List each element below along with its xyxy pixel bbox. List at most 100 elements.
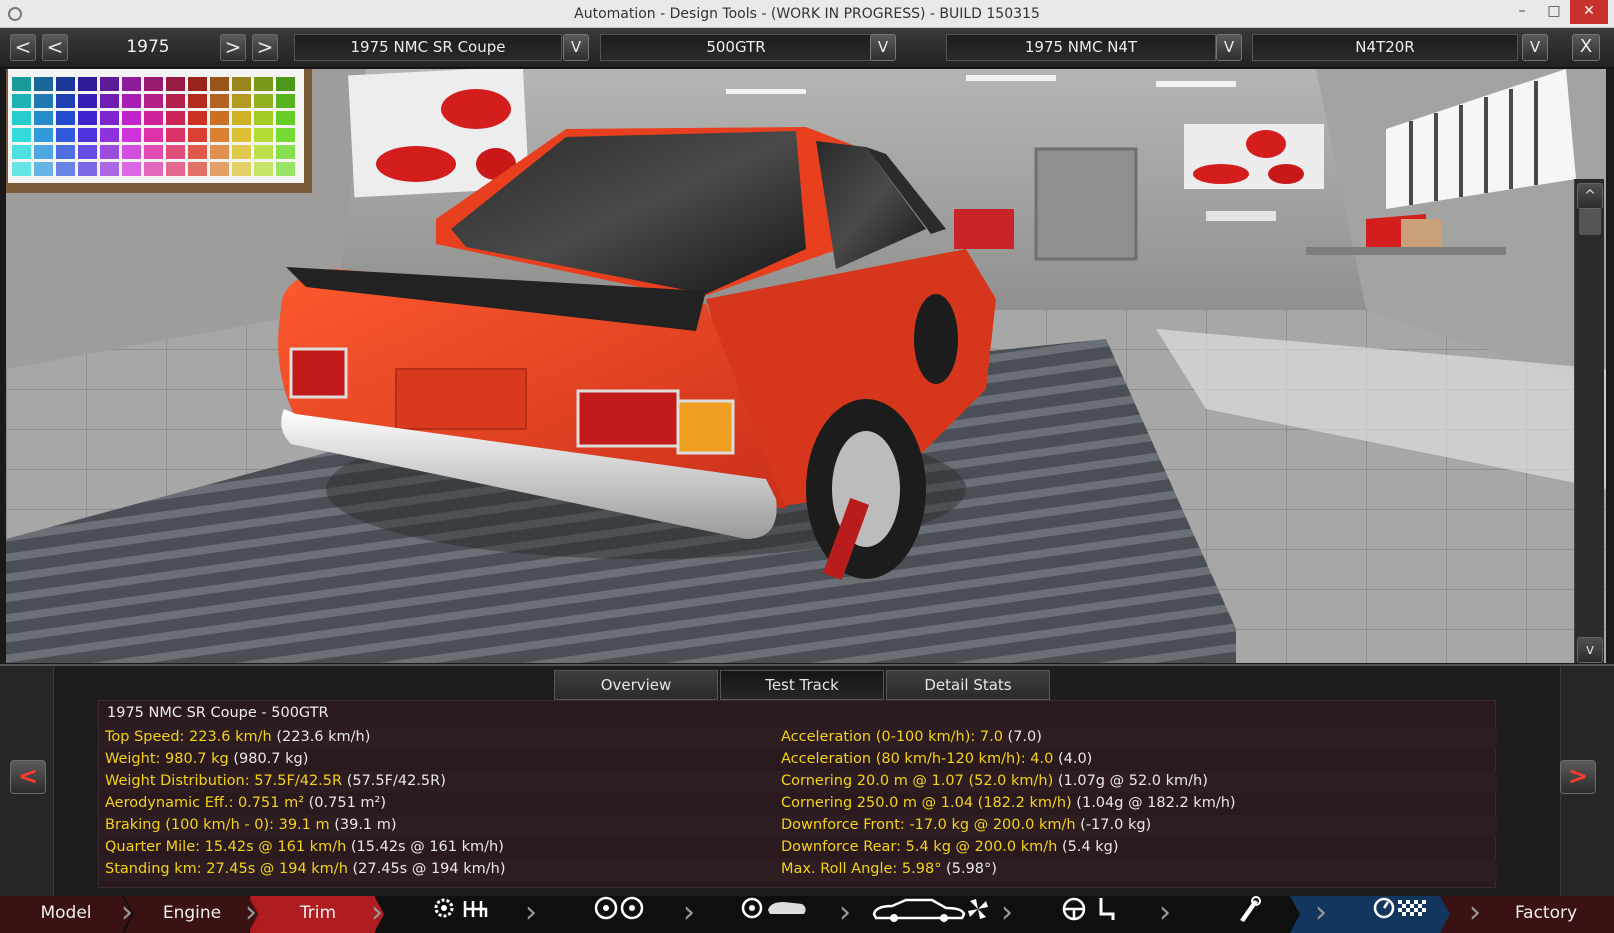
stat-left: Weight Distribution: 57.5F/42.5R (57.5F/…	[105, 773, 446, 789]
wrench-icon	[1232, 896, 1262, 933]
stat-value: (27.45s @ 194 km/h)	[347, 861, 506, 877]
stat-value: (1.04g @ 182.2 km/h)	[1071, 795, 1236, 811]
speedometer-icon	[1372, 896, 1432, 932]
stat-right: Max. Roll Angle: 5.98° (5.98°)	[781, 861, 997, 877]
stat-row: Weight Distribution: 57.5F/42.5R (57.5F/…	[99, 771, 1497, 793]
stat-value: (15.42s @ 161 km/h)	[346, 839, 504, 855]
panel-next-button[interactable]: >	[1560, 760, 1596, 794]
nav-wheels[interactable]	[580, 896, 660, 933]
nav-chassis[interactable]	[730, 896, 820, 933]
stat-value: (-17.0 kg)	[1075, 817, 1152, 833]
design-stage-nav: Model › Engine › Trim › › › › › › › › Fa…	[0, 896, 1614, 933]
stat-value: (57.5F/42.5R)	[342, 773, 446, 789]
minimize-button[interactable]: –	[1506, 0, 1538, 24]
stat-label: Downforce Rear: 5.4 kg @ 200.0 km/h	[781, 839, 1058, 855]
nav-fixtures[interactable]	[1212, 896, 1282, 933]
stats-title: 1975 NMC SR Coupe - 500GTR	[107, 705, 329, 721]
nav-gearbox[interactable]	[420, 896, 500, 933]
scroll-thumb[interactable]	[1579, 209, 1601, 235]
nav-model[interactable]: Model	[0, 896, 132, 933]
stat-label: Top Speed: 223.6 km/h	[105, 729, 272, 745]
model-dropdown-button[interactable]: V	[563, 34, 589, 61]
nav-chevron: ›	[1001, 895, 1013, 930]
car-3d-viewport[interactable]: ^ v	[6, 69, 1606, 663]
stat-value: (980.7 kg)	[228, 751, 309, 767]
nav-factory[interactable]: Factory	[1484, 896, 1608, 933]
nav-chevron: ›	[1159, 895, 1171, 930]
stat-value: (39.1 m)	[329, 817, 397, 833]
stat-label: Acceleration (80 km/h-120 km/h): 4.0	[781, 751, 1054, 767]
nav-chevron: ›	[1315, 895, 1327, 930]
model-select[interactable]: 1975 NMC SR Coupe	[294, 34, 562, 61]
stat-right: Cornering 20.0 m @ 1.07 (52.0 km/h) (1.0…	[781, 773, 1208, 789]
year-display: 1975	[126, 37, 170, 57]
nav-test-track[interactable]	[1362, 896, 1442, 933]
stat-label: Quarter Mile: 15.42s @ 161 km/h	[105, 839, 347, 855]
year-next-button[interactable]: >	[220, 34, 246, 61]
stat-label: Cornering 20.0 m @ 1.07 (52.0 km/h)	[781, 773, 1054, 789]
nav-trim[interactable]: Trim	[256, 896, 380, 933]
stat-value: (7.0)	[1002, 729, 1042, 745]
stat-right: Acceleration (80 km/h-120 km/h): 4.0 (4.…	[781, 751, 1092, 767]
engine-family-select[interactable]: 1975 NMC N4T	[946, 34, 1216, 61]
nav-chevron: ›	[371, 895, 383, 930]
panel-prev-button[interactable]: <	[10, 760, 46, 794]
scroll-up-button[interactable]: ^	[1577, 183, 1603, 209]
stat-label: Acceleration (0-100 km/h): 7.0	[781, 729, 1003, 745]
stat-row: Braking (100 km/h - 0): 39.1 m (39.1 m) D…	[99, 815, 1497, 837]
garage-scene	[6, 69, 1606, 663]
stat-value: (4.0)	[1053, 751, 1093, 767]
scroll-down-button[interactable]: v	[1577, 637, 1603, 663]
engine-variant-dropdown-button[interactable]: V	[1522, 34, 1548, 61]
stat-right: Downforce Front: -17.0 kg @ 200.0 km/h (…	[781, 817, 1151, 833]
tab-overview[interactable]: Overview	[554, 670, 718, 700]
stat-label: Standing km: 27.45s @ 194 km/h	[105, 861, 348, 877]
tab-test-track[interactable]: Test Track	[720, 670, 884, 700]
stat-value: (5.98°)	[941, 861, 997, 877]
stat-label: Max. Roll Angle: 5.98°	[781, 861, 942, 877]
nav-engine[interactable]: Engine	[130, 896, 254, 933]
stat-right: Acceleration (0-100 km/h): 7.0 (7.0)	[781, 729, 1042, 745]
stat-value: (1.07g @ 52.0 km/h)	[1053, 773, 1208, 789]
nav-chevron: ›	[1469, 895, 1481, 930]
gearshift-icon	[462, 897, 488, 931]
view-scrollbar[interactable]: ^ v	[1574, 179, 1604, 663]
stat-row: Aerodynamic Eff.: 0.751 m² (0.751 m²) Cor…	[99, 793, 1497, 815]
engine-family-dropdown-button[interactable]: V	[1216, 34, 1242, 61]
stat-label: Weight Distribution: 57.5F/42.5R	[105, 773, 343, 789]
stat-label: Braking (100 km/h - 0): 39.1 m	[105, 817, 330, 833]
close-window-button[interactable]: ✕	[1570, 0, 1608, 24]
window-title: Automation - Design Tools - (WORK IN PRO…	[574, 6, 1040, 22]
app-window: Automation - Design Tools - (WORK IN PRO…	[0, 0, 1614, 933]
engine-variant-select[interactable]: N4T20R	[1252, 34, 1518, 61]
stat-label: Cornering 250.0 m @ 1.04 (182.2 km/h)	[781, 795, 1072, 811]
year-last-button[interactable]: >	[252, 34, 278, 61]
trim-select[interactable]: 500GTR	[600, 34, 872, 61]
stat-left: Braking (100 km/h - 0): 39.1 m (39.1 m)	[105, 817, 397, 833]
stat-row: Weight: 980.7 kg (980.7 kg) Acceleration …	[99, 749, 1497, 771]
tab-detail-stats[interactable]: Detail Stats	[886, 670, 1050, 700]
year-first-button[interactable]: <	[10, 34, 36, 61]
stats-panel: Overview Test Track Detail Stats < > 197…	[0, 664, 1614, 898]
steering-wheel-icon	[1061, 896, 1119, 933]
nav-aero[interactable]	[866, 896, 996, 933]
wheel-icon	[592, 896, 648, 932]
stat-right: Cornering 250.0 m @ 1.04 (182.2 km/h) (1…	[781, 795, 1236, 811]
stat-row: Quarter Mile: 15.42s @ 161 km/h (15.42s …	[99, 837, 1497, 859]
stat-left: Top Speed: 223.6 km/h (223.6 km/h)	[105, 729, 370, 745]
stat-value: (0.751 m²)	[304, 795, 386, 811]
top-selector-bar: < < 1975 > > 1975 NMC SR Coupe V 500GTR …	[0, 28, 1614, 68]
brake-disc-icon	[740, 896, 810, 932]
trim-dropdown-button[interactable]: V	[870, 34, 896, 61]
nav-chevron: ›	[683, 895, 695, 930]
stat-label: Weight: 980.7 kg	[105, 751, 229, 767]
nav-chevron: ›	[525, 895, 537, 930]
stat-row: Top Speed: 223.6 km/h (223.6 km/h) Accele…	[99, 727, 1497, 749]
window-titlebar: Automation - Design Tools - (WORK IN PRO…	[0, 0, 1614, 28]
year-prev-button[interactable]: <	[42, 34, 68, 61]
close-designer-button[interactable]: X	[1572, 34, 1600, 61]
maximize-button[interactable]: □	[1538, 0, 1570, 24]
nav-interior[interactable]	[1050, 896, 1130, 933]
stat-left: Weight: 980.7 kg (980.7 kg)	[105, 751, 308, 767]
stat-label: Downforce Front: -17.0 kg @ 200.0 km/h	[781, 817, 1076, 833]
